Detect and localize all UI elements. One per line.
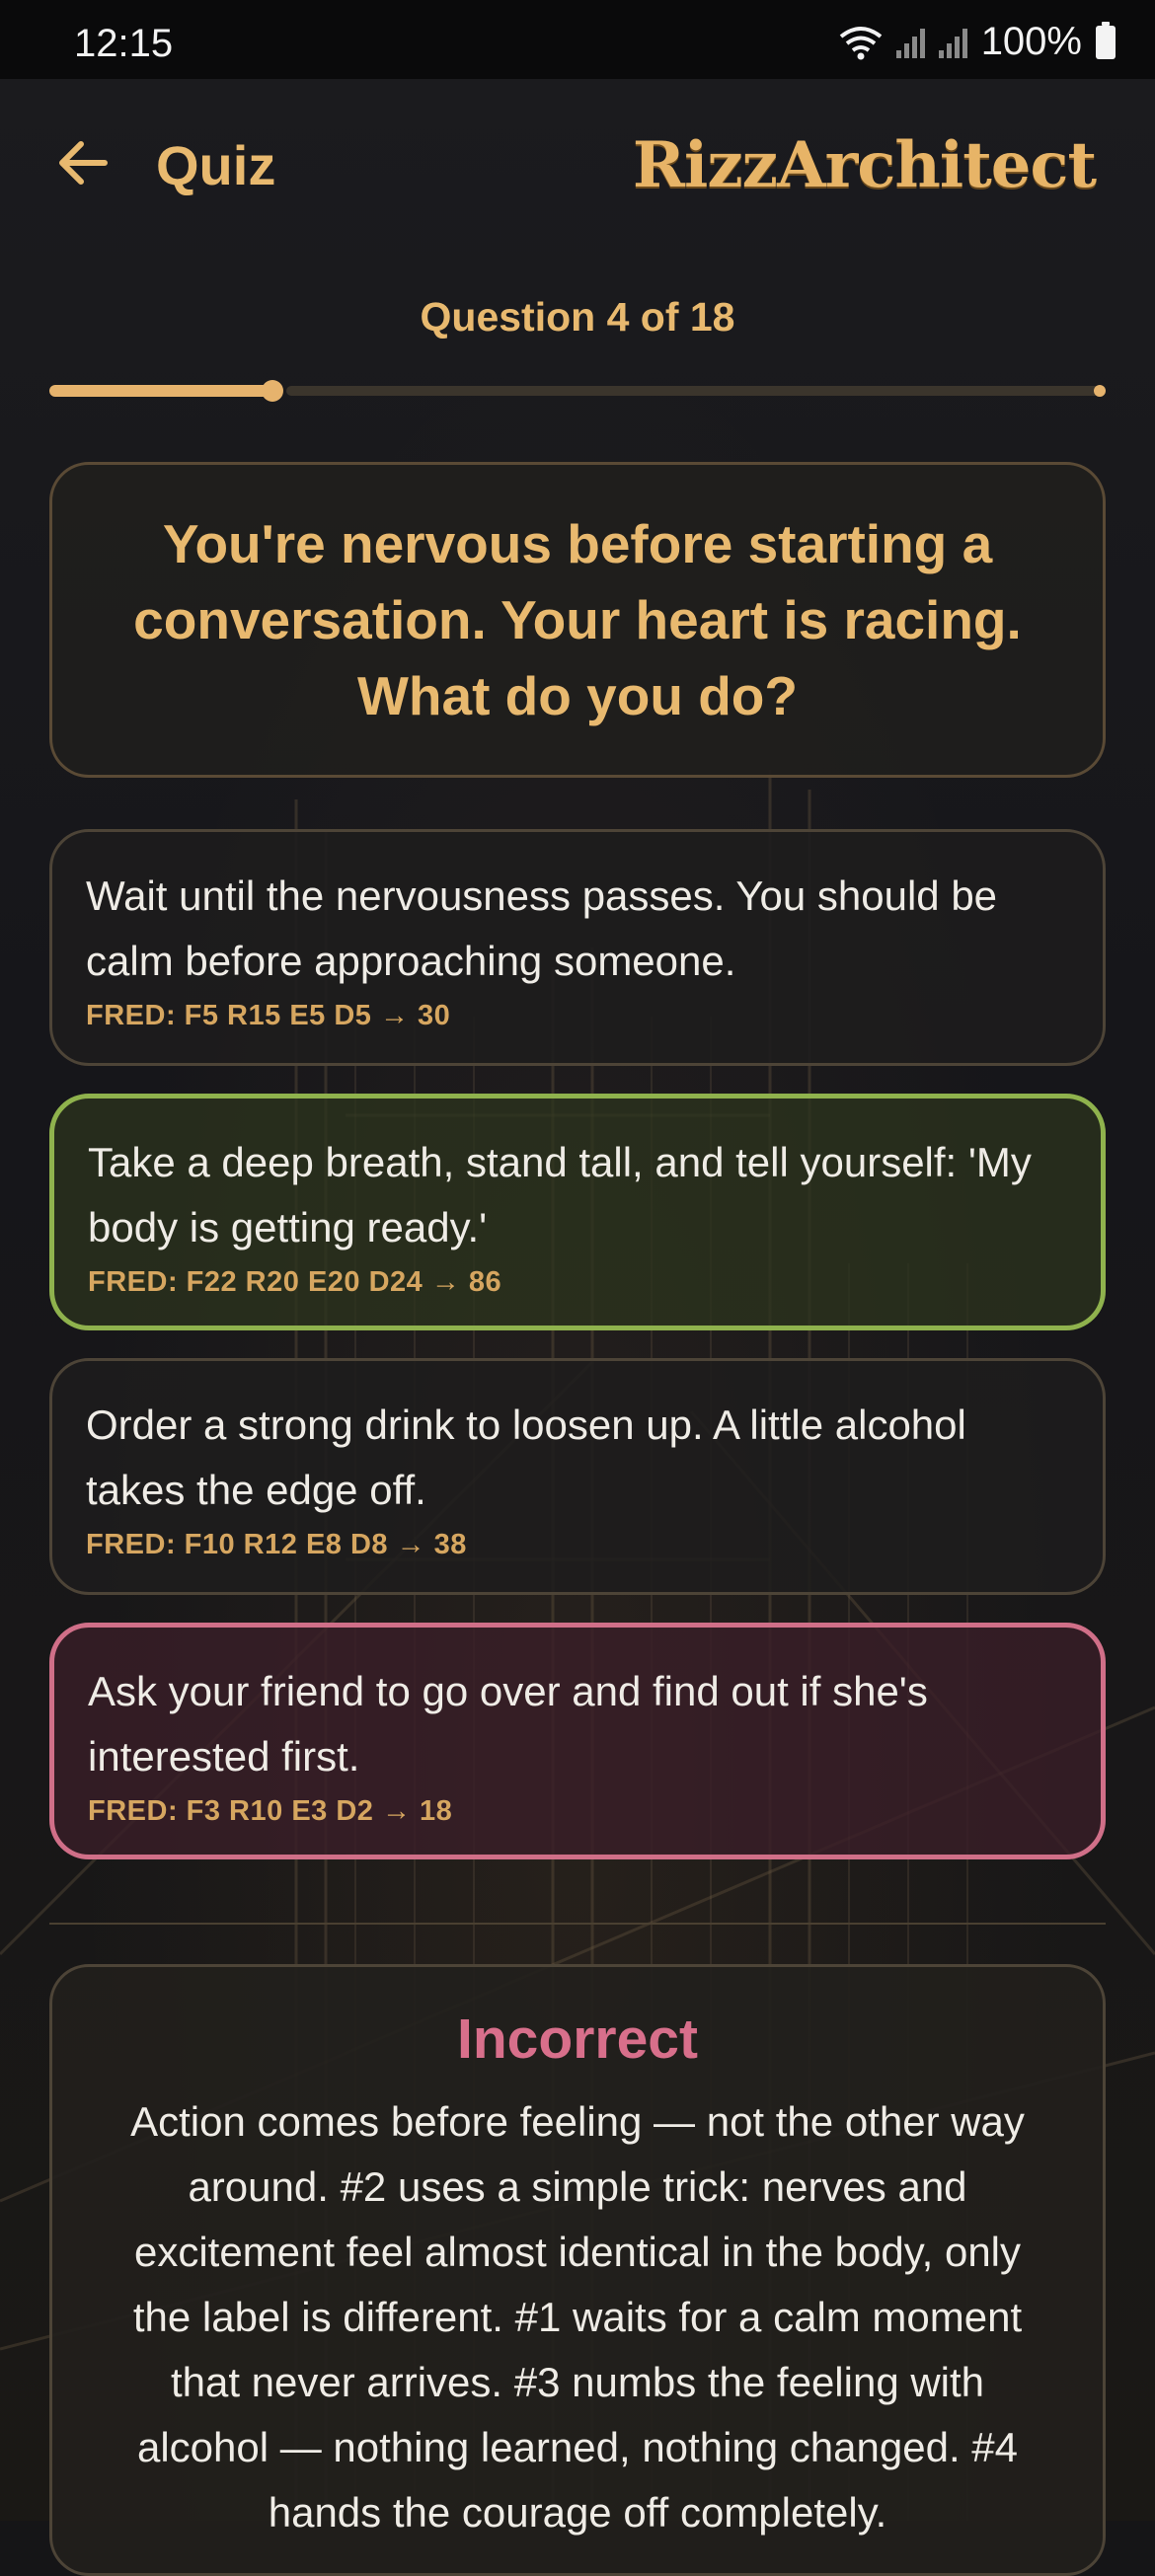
progress-knob: [262, 380, 283, 402]
answer-text: Take a deep breath, stand tall, and tell…: [88, 1139, 1032, 1250]
feedback-text: Action comes before feeling — not the ot…: [130, 2098, 1025, 2536]
progress-track: [286, 386, 1106, 396]
arrow-left-icon: [59, 141, 108, 185]
answer-option-2[interactable]: Take a deep breath, stand tall, and tell…: [49, 1094, 1106, 1330]
back-button[interactable]: [49, 128, 118, 197]
status-bar: 12:15 100%: [0, 0, 1155, 79]
signal-icon-2: [938, 27, 967, 58]
progress-end-dot: [1094, 385, 1106, 397]
status-time: 12:15: [74, 22, 174, 65]
answer-option-1[interactable]: Wait until the nervousness passes. You s…: [49, 829, 1106, 1066]
answer-score: FRED: F5 R15 E5 D5 → 30: [86, 1000, 451, 1031]
battery-percent: 100%: [980, 20, 1082, 63]
divider: [49, 1923, 1106, 1925]
answer-option-4[interactable]: Ask your friend to go over and find out …: [49, 1623, 1106, 1859]
answer-text: Ask your friend to go over and find out …: [88, 1668, 928, 1780]
answer-score: FRED: F22 R20 E20 D24 → 86: [88, 1266, 502, 1298]
progress-fill: [49, 385, 272, 397]
question-counter: Question 4 of 18: [420, 294, 735, 340]
answer-option-3[interactable]: Order a strong drink to loosen up. A lit…: [49, 1358, 1106, 1595]
feedback-card: Incorrect Action comes before feeling — …: [49, 1964, 1106, 2576]
answer-text: Wait until the nervousness passes. You s…: [86, 872, 998, 984]
answer-text: Order a strong drink to loosen up. A lit…: [86, 1402, 966, 1513]
status-icons: 100%: [839, 20, 1116, 64]
brand-logo: RizzArchitect: [632, 128, 1097, 202]
question-card: You're nervous before starting a convers…: [49, 462, 1106, 778]
question-text: You're nervous before starting a convers…: [133, 512, 1022, 726]
app-header: Quiz RizzArchitect: [0, 109, 1155, 227]
page-title: Quiz: [156, 134, 276, 196]
wifi-icon: [839, 26, 882, 59]
answer-score: FRED: F3 R10 E3 D2 → 18: [88, 1795, 453, 1827]
battery-icon: [1096, 21, 1116, 59]
progress-bar: [49, 380, 1106, 402]
feedback-title: Incorrect: [457, 2008, 698, 2071]
signal-icon: [895, 27, 925, 58]
answer-score: FRED: F10 R12 E8 D8 → 38: [86, 1529, 467, 1560]
